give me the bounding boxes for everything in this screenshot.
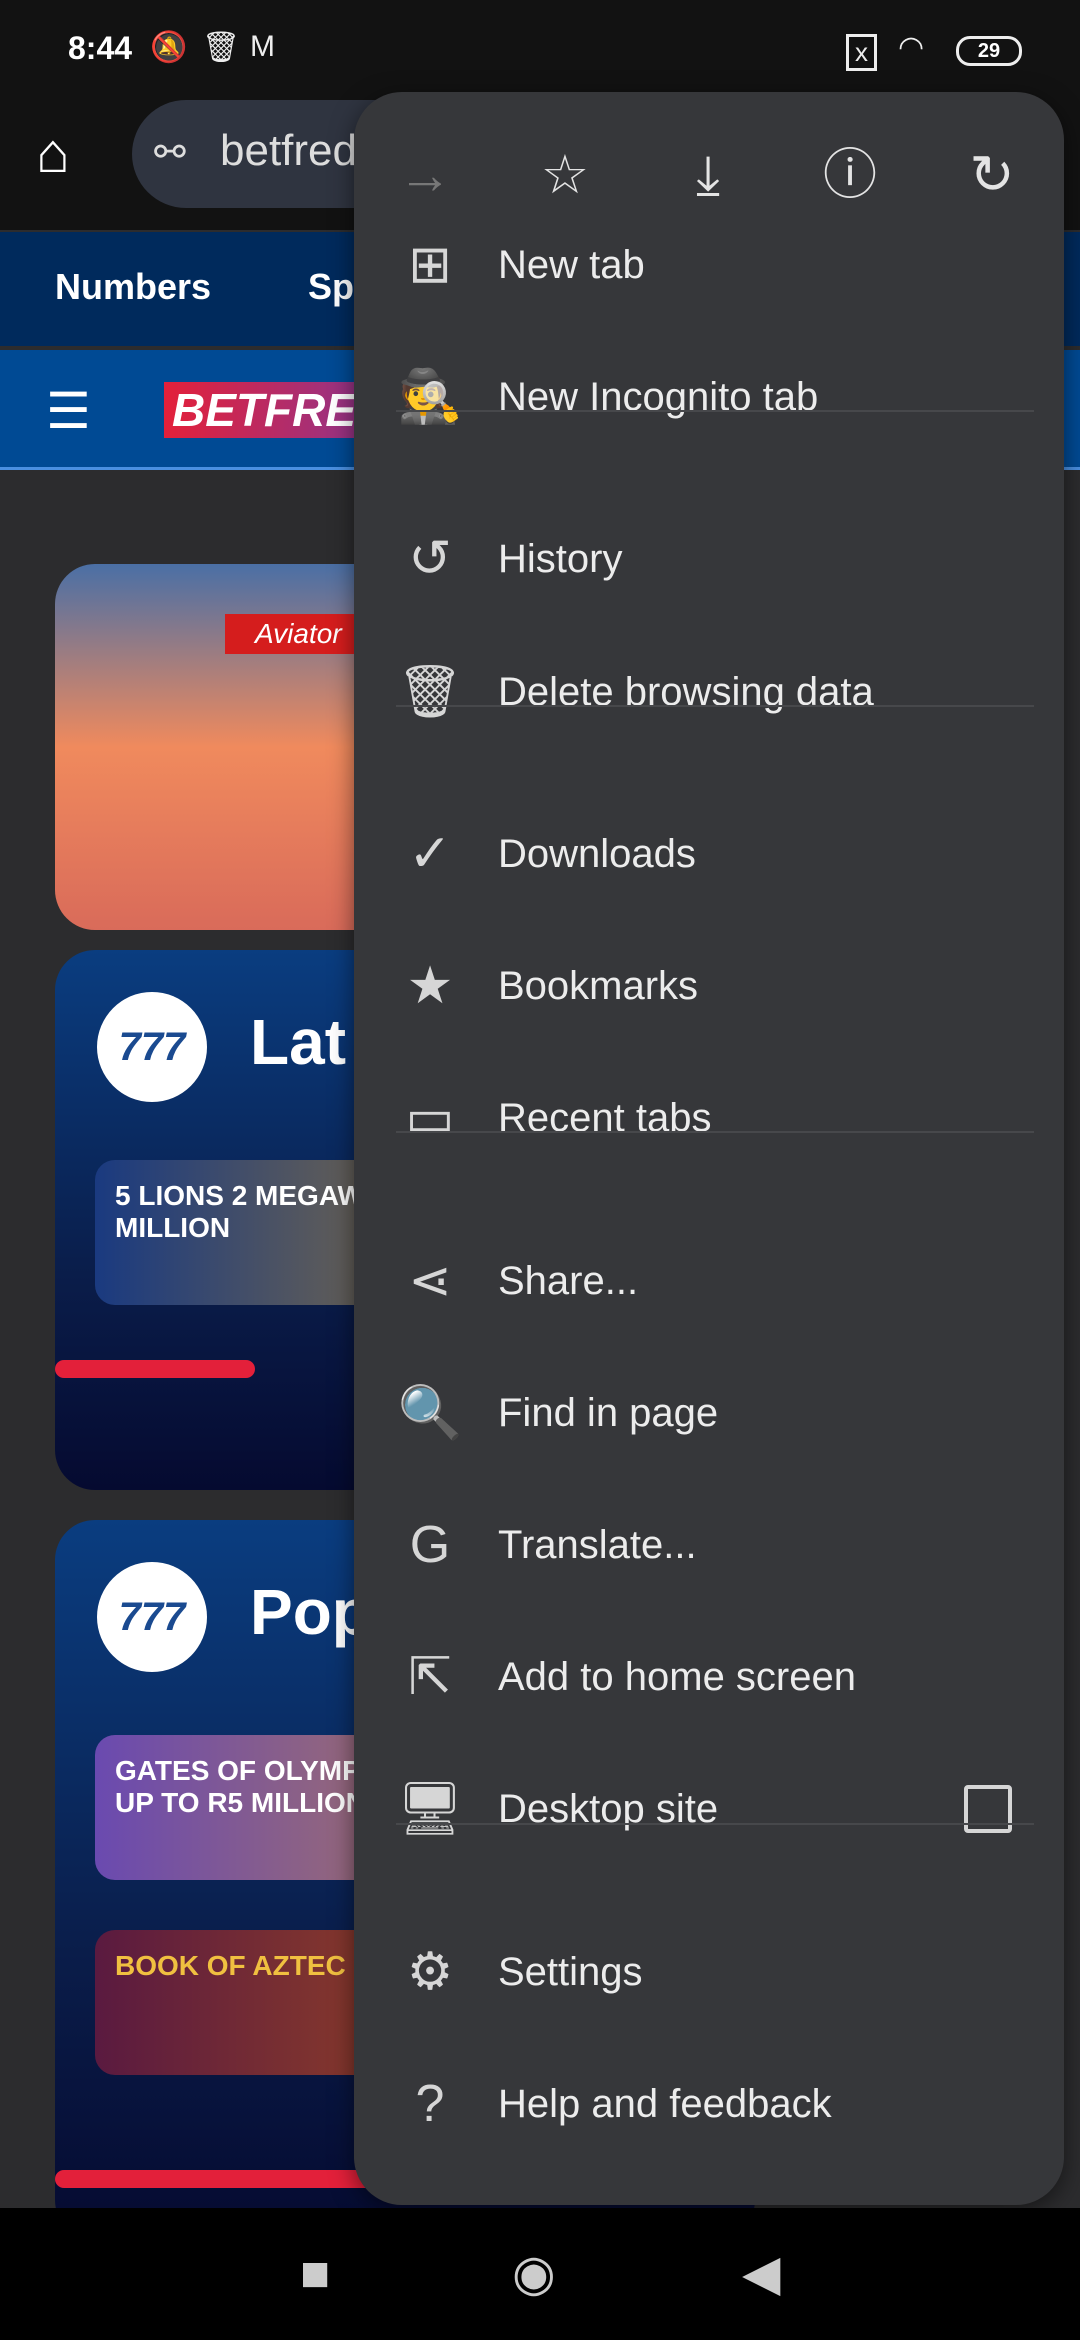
back-button[interactable]: ◀	[742, 2244, 780, 2302]
carousel-progress	[55, 1360, 255, 1378]
menu-item-recent-tabs[interactable]: ▭ Recent tabs	[354, 1052, 1064, 1184]
home-button[interactable]: ◉	[512, 2244, 556, 2302]
menu-item-desktop-site[interactable]: 🖥 Desktop site	[354, 1743, 1064, 1875]
clock: 8:44	[68, 30, 133, 66]
gear-icon: ⚙	[406, 1943, 454, 2001]
translate-icon: G	[409, 1516, 451, 1574]
menu-item-label: History	[498, 537, 623, 581]
help-icon: ?	[415, 2075, 445, 2133]
incognito-icon: 🕵	[397, 368, 463, 426]
menu-divider	[396, 410, 1034, 412]
777-badge: 777	[97, 992, 207, 1102]
trash-icon: 🗑	[396, 663, 463, 721]
menu-item-label: Help and feedback	[498, 2082, 832, 2126]
star-icon: ★	[406, 957, 454, 1015]
menu-item-label: Find in page	[498, 1391, 719, 1435]
add-home-icon: ⇱	[408, 1648, 452, 1706]
777-badge: 777	[97, 1562, 207, 1672]
menu-item-label: Bookmarks	[498, 964, 699, 1008]
status-bar: 8:44 🔕 🗑 M x ◠ 29	[0, 0, 1080, 100]
wifi-icon: ◠	[898, 31, 925, 64]
menu-item-label: Delete browsing data	[498, 670, 874, 714]
url-text: betfred	[220, 126, 357, 175]
gmail-icon: M	[250, 30, 275, 63]
menu-divider	[396, 1131, 1034, 1133]
menu-item-label: Desktop site	[498, 1787, 719, 1831]
menu-item-label: Translate...	[498, 1523, 697, 1567]
recents-button[interactable]: ■	[300, 2244, 330, 2302]
downloads-icon: ✓	[408, 825, 452, 883]
site-settings-icon[interactable]: ⚯	[154, 130, 186, 175]
menu-item-help-and-feedback[interactable]: ? Help and feedback	[354, 2038, 1064, 2170]
menu-item-bookmarks[interactable]: ★ Bookmarks	[354, 920, 1064, 1052]
home-icon[interactable]: ⌂	[36, 120, 70, 185]
system-nav-bar: ■ ◉ ◀	[0, 2208, 1080, 2340]
find-icon: 🔍	[397, 1384, 463, 1442]
nav-sports[interactable]: Sp	[308, 266, 354, 308]
menu-item-label: New tab	[498, 243, 645, 287]
menu-item-share[interactable]: ⋖ Share...	[354, 1215, 1064, 1347]
menu-item-translate[interactable]: G Translate...	[354, 1479, 1064, 1611]
menu-item-history[interactable]: ↺ History	[354, 493, 1064, 625]
desktop-site-checkbox[interactable]	[964, 1785, 1012, 1833]
menu-item-add-to-home-screen[interactable]: ⇱ Add to home screen	[354, 1611, 1064, 1743]
aviator-label: Aviator	[225, 614, 372, 654]
menu-item-settings[interactable]: ⚙ Settings	[354, 1906, 1064, 2038]
devices-icon: ▭	[405, 1089, 455, 1147]
menu-item-new-tab[interactable]: ⊞ New tab	[354, 199, 1064, 331]
menu-item-label: Add to home screen	[498, 1655, 856, 1699]
no-sim-icon: x	[846, 34, 877, 71]
menu-item-label: Settings	[498, 1950, 643, 1994]
history-icon: ↺	[408, 530, 452, 588]
battery-indicator: 29	[956, 36, 1022, 66]
new-tab-icon: ⊞	[408, 236, 452, 294]
menu-item-label: Recent tabs	[498, 1096, 712, 1140]
card-title: Pop	[250, 1576, 371, 1648]
menu-item-label: Downloads	[498, 832, 696, 876]
menu-item-find-in-page[interactable]: 🔍 Find in page	[354, 1347, 1064, 1479]
menu-item-downloads[interactable]: ✓ Downloads	[354, 788, 1064, 920]
share-icon: ⋖	[408, 1252, 452, 1310]
menu-divider	[396, 705, 1034, 707]
trash-notification-icon: 🗑	[202, 31, 241, 64]
menu-item-label: Share...	[498, 1259, 639, 1303]
browser-menu: → ☆ ⤓ ⓘ ↻ ⊞ New tab 🕵 New Incognito tab ↺ His…	[354, 92, 1064, 2205]
menu-item-new-incognito-tab[interactable]: 🕵 New Incognito tab	[354, 331, 1064, 463]
bell-off-icon: 🔕	[150, 31, 188, 64]
menu-item-delete-browsing-data[interactable]: 🗑 Delete browsing data	[354, 626, 1064, 758]
menu-divider	[396, 1823, 1034, 1825]
desktop-icon: 🖥	[396, 1780, 463, 1838]
nav-numbers[interactable]: Numbers	[55, 266, 211, 308]
menu-chat-icon[interactable]: ☰	[46, 382, 91, 440]
card-title: Lat	[250, 1006, 346, 1078]
menu-item-label: New Incognito tab	[498, 375, 819, 419]
